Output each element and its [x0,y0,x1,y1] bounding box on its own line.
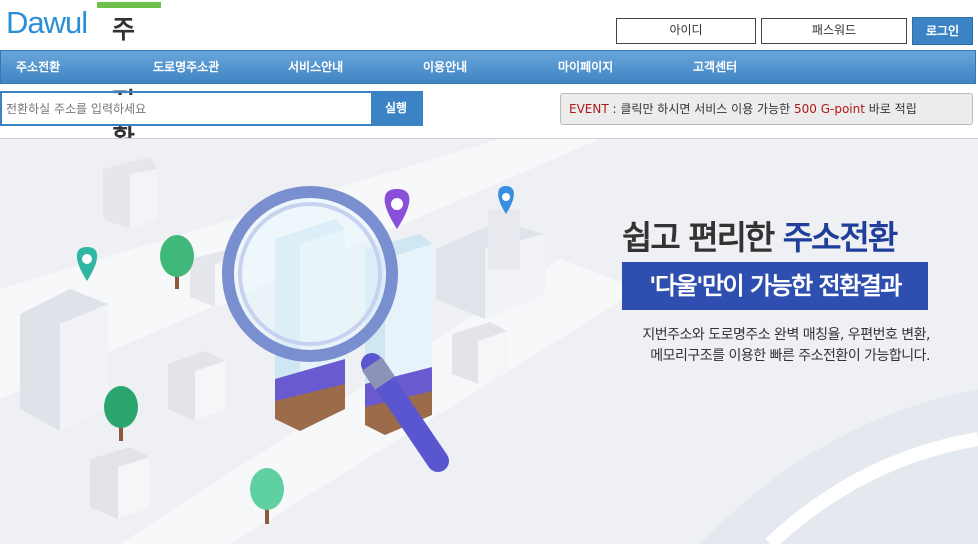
logo-accent-bar [97,2,161,8]
logo-text-en: Dawul [6,5,88,40]
event-highlight: 500 G-point [794,102,865,116]
nav-item-service-info[interactable]: 서비스안내 [288,51,343,83]
banner-description: 지번주소와 도로명주소 완벽 매칭율, 우편번호 변환, 메모리구조를 이용한 … [600,325,930,367]
event-label: EVENT [569,102,609,116]
headline-strong: 주소전환 [782,218,898,257]
search-input[interactable] [4,95,374,122]
nav-item-address-convert[interactable]: 주소전환 [16,51,60,83]
header: Dawul 주소전환 아이디 패스워드 로그인 [0,0,978,152]
main-nav: 주소전환 도로명주소관 서비스안내 이용안내 마이페이지 고객센터 [0,50,976,84]
event-text-prefix: : 클릭만 하시면 서비스 이용 가능한 [608,102,794,116]
event-text-suffix: 바로 적립 [864,102,917,116]
banner-subheadline: '다울'만이 가능한 전환결과 [622,262,928,310]
id-input[interactable]: 아이디 [616,18,756,44]
hero-banner: 쉽고 편리한 주소전환 '다울'만이 가능한 전환결과 지번주소와 도로명주소 … [0,138,978,544]
banner-headline: 쉽고 편리한 주소전환 [622,211,898,259]
password-input[interactable]: 패스워드 [761,18,907,44]
nav-item-customer-center[interactable]: 고객센터 [693,51,737,83]
headline-plain: 쉽고 편리한 [622,218,783,257]
building-icon [103,157,158,229]
nav-item-usage-guide[interactable]: 이용안내 [423,51,467,83]
nav-item-road-address[interactable]: 도로명주소관 [153,51,219,83]
building-icon [90,447,150,519]
building-icon [20,289,108,431]
event-banner[interactable]: EVENT : 클릭만 하시면 서비스 이용 가능한 500 G-point 바… [560,93,973,125]
tree-icon [104,386,138,441]
desc-line-1: 지번주소와 도로명주소 완벽 매칭율, 우편번호 변환, [642,327,930,343]
desc-line-2: 메모리구조를 이용한 빠른 주소전환이 가능합니다. [650,348,930,364]
nav-item-mypage[interactable]: 마이페이지 [558,51,613,83]
login-button[interactable]: 로그인 [912,17,973,45]
search-button[interactable]: 실행 [371,93,421,124]
building-icon [168,351,225,421]
search-bar: 실행 [0,91,423,126]
